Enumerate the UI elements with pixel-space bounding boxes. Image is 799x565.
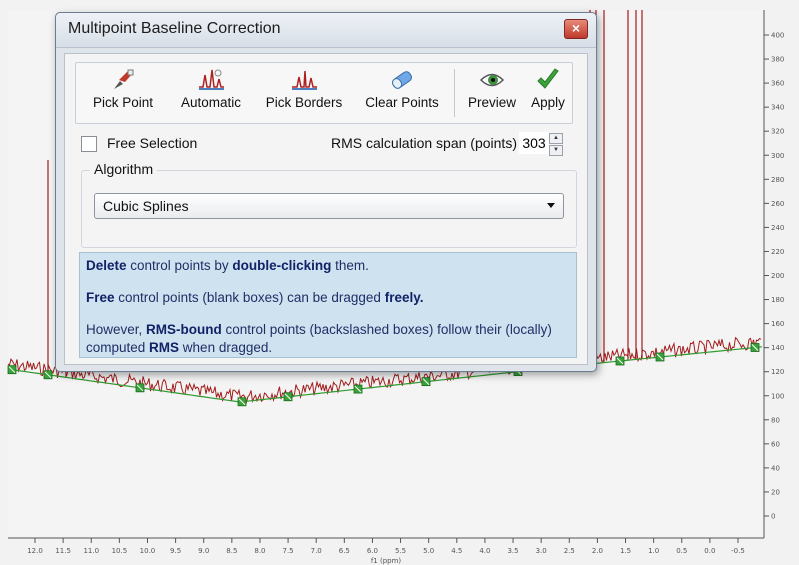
x-tick-label: 4.5 (451, 547, 462, 555)
x-tick-label: 5.0 (423, 547, 434, 555)
dialog-body: Pick Point Automatic Pick Borders Clear … (64, 53, 588, 365)
y-tick-label: 60 (771, 440, 780, 448)
preview-button[interactable]: Preview (462, 65, 522, 121)
options-row: Free Selection RMS calculation span (poi… (79, 132, 575, 156)
x-tick-label: 9.5 (170, 547, 181, 555)
free-selection-label: Free Selection (107, 135, 198, 151)
y-tick-label: 180 (771, 296, 784, 304)
x-tick-label: 3.5 (507, 547, 518, 555)
x-tick-label: 12.0 (27, 547, 43, 555)
x-tick-label: 11.0 (83, 547, 99, 555)
chevron-down-icon (547, 203, 555, 208)
algorithm-group: Algorithm Cubic Splines (81, 161, 577, 248)
pick-point-button[interactable]: Pick Point (84, 65, 162, 121)
x-tick-label: 6.0 (367, 547, 378, 555)
x-tick-label: 8.0 (254, 547, 265, 555)
y-tick-label: 380 (771, 56, 784, 64)
toolbar-separator (454, 69, 455, 117)
dialog-title: Multipoint Baseline Correction (68, 20, 281, 37)
checkmark-icon (528, 65, 568, 95)
y-tick-label: 20 (771, 488, 780, 496)
pick-borders-button[interactable]: Pick Borders (260, 65, 348, 121)
help-panel: Delete control points by double-clicking… (79, 252, 577, 358)
help-line-rms: However, RMS-bound control points (backs… (86, 322, 552, 355)
preview-label: Preview (467, 95, 516, 110)
algorithm-group-title: Algorithm (90, 161, 158, 177)
eye-icon (462, 65, 522, 95)
x-tick-label: 7.5 (283, 547, 294, 555)
spin-up-icon[interactable]: ▲ (549, 133, 563, 144)
x-tick-label: -0.5 (731, 547, 745, 555)
x-tick-label: 10.5 (112, 547, 128, 555)
x-tick-label: 1.0 (648, 547, 659, 555)
x-tick-label: 3.0 (536, 547, 547, 555)
algorithm-selected-value: Cubic Splines (103, 198, 189, 214)
y-tick-label: 140 (771, 344, 784, 352)
y-tick-label: 100 (771, 392, 784, 400)
y-tick-label: 360 (771, 80, 784, 88)
y-tick-label: 40 (771, 464, 780, 472)
y-tick-label: 400 (771, 32, 784, 40)
y-tick-label: 300 (771, 152, 784, 160)
x-tick-label: 2.5 (564, 547, 575, 555)
x-tick-label: 1.5 (620, 547, 631, 555)
x-tick-label: 11.5 (55, 547, 71, 555)
x-tick-label: 7.0 (311, 547, 322, 555)
x-tick-label: 0.0 (704, 547, 715, 555)
x-tick-label: 8.5 (226, 547, 237, 555)
pick-point-icon (84, 65, 162, 95)
title-bar[interactable]: Multipoint Baseline Correction × (56, 13, 596, 48)
x-tick-label: 9.0 (198, 547, 209, 555)
toolbar: Pick Point Automatic Pick Borders Clear … (75, 62, 573, 124)
spin-down-icon[interactable]: ▼ (549, 145, 563, 156)
y-tick-label: 260 (771, 200, 784, 208)
clear-points-label: Clear Points (365, 95, 439, 110)
apply-button[interactable]: Apply (528, 65, 568, 121)
rms-span-label: RMS calculation span (points) (331, 135, 517, 151)
y-tick-label: 120 (771, 368, 784, 376)
pick-point-label: Pick Point (92, 95, 154, 110)
close-icon: × (571, 20, 581, 36)
x-tick-label: 10.0 (140, 547, 156, 555)
x-tick-label: 5.5 (395, 547, 406, 555)
free-selection-checkbox[interactable] (81, 136, 97, 152)
x-tick-label: 0.5 (676, 547, 687, 555)
algorithm-select[interactable]: Cubic Splines (94, 193, 564, 219)
help-line-free: Free control points (blank boxes) can be… (86, 290, 424, 305)
x-axis-label: f1 (ppm) (371, 557, 402, 565)
baseline-correction-dialog: Multipoint Baseline Correction × Pick Po… (55, 12, 597, 372)
close-button[interactable]: × (564, 19, 588, 39)
y-tick-label: 220 (771, 248, 784, 256)
x-tick-label: 6.5 (339, 547, 350, 555)
y-tick-label: 200 (771, 272, 784, 280)
apply-label: Apply (531, 95, 565, 110)
y-tick-label: 240 (771, 224, 784, 232)
pick-borders-label: Pick Borders (265, 95, 343, 110)
automatic-label: Automatic (180, 95, 242, 110)
y-tick-label: 0 (771, 513, 775, 521)
rms-span-input[interactable] (519, 132, 549, 154)
y-tick-label: 80 (771, 416, 780, 424)
y-tick-label: 160 (771, 320, 784, 328)
y-tick-label: 340 (771, 104, 784, 112)
rms-span-spinbox: ▲ ▼ (519, 132, 563, 156)
clear-points-button[interactable]: Clear Points (358, 65, 446, 121)
x-tick-label: 2.0 (592, 547, 603, 555)
y-tick-label: 320 (771, 128, 784, 136)
eraser-icon (358, 65, 446, 95)
automatic-icon (172, 65, 250, 95)
help-line-delete: Delete control points by double-clicking… (86, 258, 369, 273)
pick-borders-icon (260, 65, 348, 95)
y-tick-label: 280 (771, 176, 784, 184)
automatic-button[interactable]: Automatic (172, 65, 250, 121)
x-tick-label: 4.0 (479, 547, 490, 555)
